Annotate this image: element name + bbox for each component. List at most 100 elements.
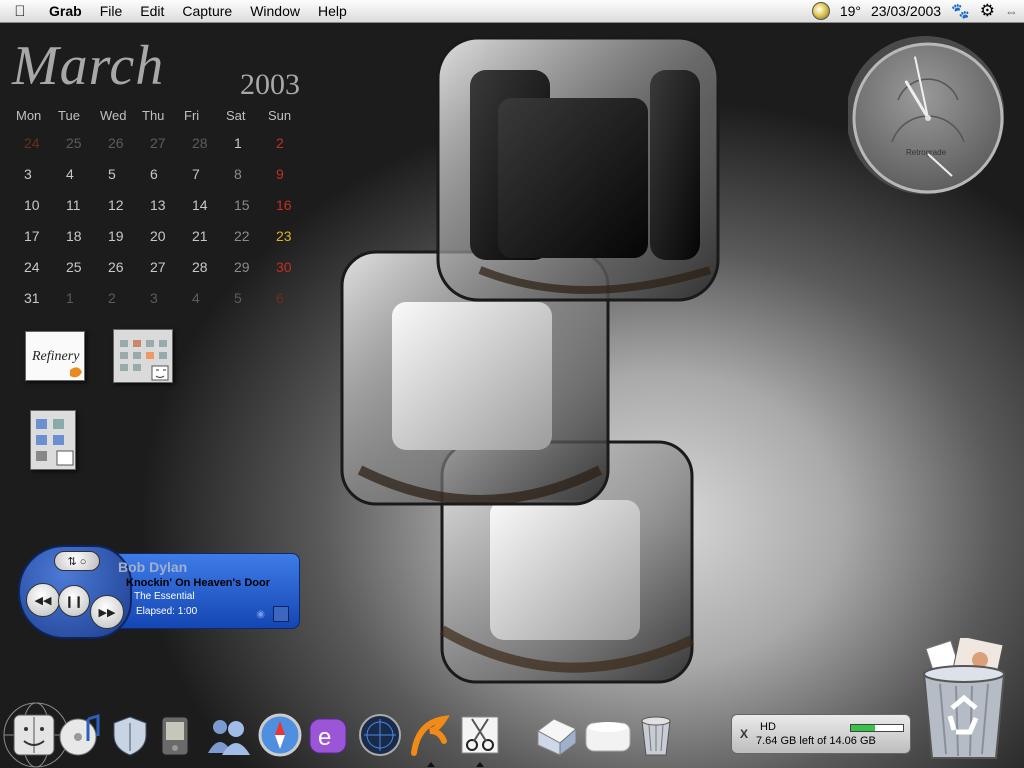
menu-help[interactable]: Help [309,3,356,19]
calendar-day: 21 [192,228,208,244]
hd-usage-fill [851,725,875,731]
calendar-day: 31 [24,290,40,306]
drive-icon[interactable] [584,713,631,757]
calendar-day: 28 [192,135,208,151]
calendar-day: 8 [234,166,242,182]
hd-title: HD [760,721,776,733]
calendar-day: 28 [192,259,208,275]
weekday-label: Sun [268,108,292,123]
calendar-day: 24 [24,135,40,151]
running-indicator [427,762,435,767]
finder-window-icon-2[interactable] [30,410,76,470]
pause-button[interactable]: ❙❙ [58,585,90,617]
playlist-icon[interactable] [273,606,289,622]
menu-capture[interactable]: Capture [173,3,241,19]
calendar-day: 17 [24,228,40,244]
calendar-year: 2003 [240,68,300,101]
gear-icon[interactable]: ⚙ [980,1,995,21]
calendar-day: 9 [276,166,284,182]
network-globe-icon[interactable] [358,713,402,757]
top-cube [436,36,720,302]
finder-icon[interactable] [12,713,56,757]
calendar-day: 26 [108,259,124,275]
song-title: Knockin' On Heaven's Door [126,577,270,589]
calendar-day: 26 [108,135,124,151]
apple-menu-icon[interactable]:  [0,3,40,20]
calendar-day: 25 [66,135,82,151]
calendar-month: March [12,35,165,97]
trash-small-icon[interactable] [634,713,678,757]
finder-window-icon[interactable] [113,329,173,383]
weekday-label: Mon [16,108,42,123]
calendar-day-today: 23 [276,228,292,244]
weather-icon[interactable] [811,2,830,20]
calendar-day: 20 [150,228,166,244]
calendar-day: 4 [66,166,74,182]
calendar-day: 7 [192,166,200,182]
temperature-readout: 19° [839,3,861,19]
calendar-day: 22 [234,228,250,244]
itunes-icon[interactable] [58,713,102,757]
date-readout[interactable]: 23/03/2003 [871,3,941,19]
security-shield-icon[interactable] [108,713,152,757]
calendar-day: 24 [24,259,40,275]
calendar-day: 19 [108,228,124,244]
menu-file[interactable]: File [91,3,132,19]
playback-controls: ⇅ ○ ◀◀ ❙❙ ▶▶ [18,545,132,639]
shuffle-repeat-button[interactable]: ⇅ ○ [54,551,100,571]
calendar-day: 25 [66,259,82,275]
artist-name: Bob Dylan [118,559,188,575]
hard-drive-widget[interactable]: X HD 7.64 GB left of 14.06 GB [731,714,911,754]
calendar-day: 18 [66,228,82,244]
calendar-day: 29 [234,259,250,275]
menu-app-name[interactable]: Grab [40,3,91,19]
calendar-day: 6 [276,290,284,306]
itunes-controller-widget: ◉ ⇅ ○ ◀◀ ❙❙ ▶▶ Bob Dylan Knockin' On Hea… [18,545,303,639]
retrograde-clock-widget[interactable]: Retrograde [848,36,1004,202]
dock: e [0,702,520,768]
fast-forward-button[interactable]: ▶▶ [90,595,124,629]
calendar-day: 27 [150,259,166,275]
calendar-day: 1 [66,290,74,306]
safari-icon[interactable] [258,713,302,757]
calendar-day: 5 [108,166,116,182]
hd-close-label[interactable]: X [740,727,748,741]
weekday-label: Thu [142,108,165,123]
palm-icon[interactable] [154,713,198,757]
calendar-grid: Mon Tue Wed Thu Fri Sat Sun 24 25 26 27 … [12,104,306,314]
menu-bar:  Grab File Edit Capture Window Help 19°… [0,0,1024,23]
rewind-button[interactable]: ◀◀ [26,583,60,617]
scissors-icon[interactable] [458,713,502,757]
trash-full-icon[interactable] [916,638,1012,762]
hd-free-space: 7.64 GB left of 14.06 GB [756,735,876,747]
app-grid-icon [120,340,169,381]
paw-icon[interactable]: 🐾 [951,2,970,20]
refinery-icon[interactable]: Refinery [25,331,85,381]
weekday-label: Wed [100,108,127,123]
calendar-day: 5 [234,290,242,306]
network-arrows-icon[interactable]: ⇔ [1005,4,1018,19]
weekday-label: Fri [184,108,200,123]
clock-label: Retrograde [906,148,947,157]
hd-usage-bar [850,724,904,732]
printer-icon[interactable] [532,713,577,757]
menu-edit[interactable]: Edit [131,3,173,19]
menu-window[interactable]: Window [241,3,309,19]
calendar-day: 13 [150,197,166,213]
calendar-day: 3 [24,166,32,182]
broadcast-icon: ◉ [256,609,265,620]
calendar-day: 10 [24,197,40,213]
calendar-day: 27 [150,135,166,151]
calendar-day: 2 [276,135,284,151]
ichat-icon[interactable] [204,713,250,757]
pages-icon[interactable] [408,713,452,757]
elapsed-time: Elapsed: 1:00 [136,606,198,617]
calendar-day: 30 [276,259,292,275]
calendar-day: 4 [192,290,200,306]
calendar-day: 6 [150,166,158,182]
entourage-icon[interactable]: e [306,713,350,757]
calendar-day: 14 [192,197,208,213]
svg-text:e: e [318,724,331,751]
calendar-day: 16 [276,197,292,213]
calendar-day: 15 [234,197,250,213]
